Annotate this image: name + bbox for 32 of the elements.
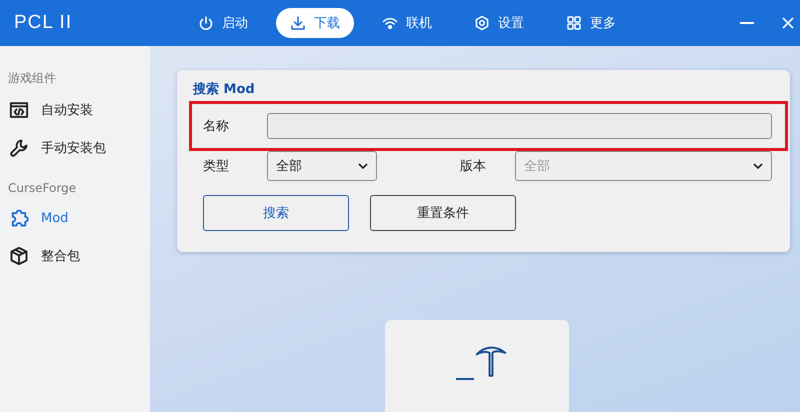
download-icon [290, 15, 306, 31]
search-button[interactable]: 搜索 [203, 195, 349, 231]
nav-tab[interactable]: 下载 [276, 8, 354, 38]
field-label: 类型 [202, 158, 230, 175]
nav-tab[interactable]: 启动 [184, 8, 262, 38]
grid-icon [566, 15, 582, 31]
name-field[interactable] [267, 113, 772, 139]
nav-tab[interactable]: 更多 [552, 8, 630, 38]
box-icon [9, 246, 29, 266]
sidebar-item[interactable]: 整合包 [0, 237, 150, 275]
settings-icon [474, 15, 490, 31]
card-title: 搜索 Mod [193, 80, 256, 98]
wrench-icon [9, 138, 29, 158]
sidebar-heading: 游戏组件 [7, 70, 57, 87]
nav-tab[interactable]: 联机 [368, 8, 446, 38]
app-title: PCL II [13, 12, 74, 34]
code-icon [9, 100, 29, 120]
sidebar-item[interactable]: 手动安装包 [0, 129, 150, 167]
field-label: 名称 [202, 118, 230, 135]
chevron-icon [753, 163, 763, 169]
nav-tab[interactable]: 设置 [460, 8, 538, 38]
sidebar-heading: CurseForge [7, 180, 78, 197]
wifi-icon [382, 15, 398, 31]
reset-button[interactable]: 重置条件 [370, 195, 516, 231]
sidebar-item[interactable]: 自动安装 [0, 91, 150, 129]
puzzle-icon [9, 208, 29, 228]
close-icon[interactable] [782, 17, 794, 29]
sidebar-item[interactable]: Mod [0, 199, 150, 237]
power-icon [198, 15, 214, 31]
chevron-icon [358, 163, 368, 169]
dropdown[interactable]: 全部 [267, 151, 377, 181]
field-label: 版本 [459, 158, 486, 175]
